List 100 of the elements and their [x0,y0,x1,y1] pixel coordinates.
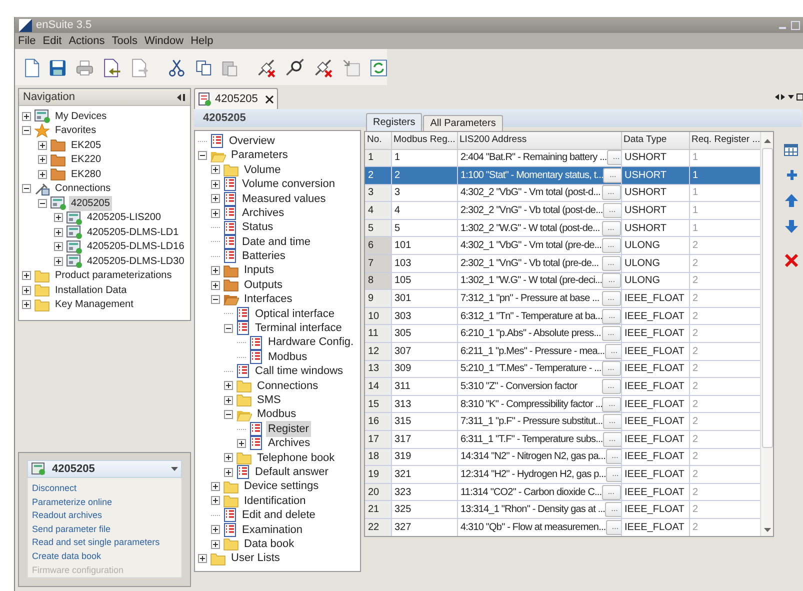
browse-button[interactable]: ... [604,344,620,359]
minimize-panel-icon[interactable] [176,92,186,102]
delete-icon[interactable] [785,254,798,267]
table-icon[interactable] [784,144,798,156]
browse-button[interactable]: ... [606,466,620,482]
collapse-icon[interactable] [22,126,31,136]
browse-button[interactable]: ... [606,449,620,464]
tree-item[interactable]: Overview [227,132,277,150]
browse-button[interactable]: ... [602,238,620,254]
expand-icon[interactable] [22,286,31,295]
tree-item[interactable]: Interfaces [242,291,294,308]
expand-icon[interactable] [54,228,63,237]
table-row[interactable]: 7 103 2:302_1 "VnG" - Vb total (pre-de... ... ULONG 2 [365,254,760,272]
browse-button[interactable]: ... [602,361,620,376]
table-row[interactable]: 15 313 8:310 "K" - Compressibility factor ... ... IEEE_FLOAT 2 [365,395,760,413]
expand-icon[interactable] [237,438,246,448]
tree-item[interactable]: Archives [266,435,312,452]
column-header[interactable]: LIS200 Address [457,132,621,149]
tree-item[interactable]: Terminal interface [253,320,344,337]
expand-icon[interactable] [54,256,63,266]
collapse-icon[interactable] [211,294,220,304]
table-row[interactable]: 9 301 7:312_1 "pn" - Pressure at base ... ... IEEE_FLOAT 2 [365,290,760,308]
expand-icon[interactable] [224,468,233,477]
add-icon[interactable] [786,169,798,181]
browse-button[interactable]: ... [606,150,620,166]
expand-icon[interactable] [198,554,207,564]
collapse-icon[interactable] [198,151,207,160]
action-link[interactable]: Read and set single parameters [32,536,160,550]
expand-icon[interactable] [211,496,220,506]
collapse-icon[interactable] [22,184,31,194]
print-icon[interactable] [76,58,94,78]
tree-item[interactable]: Connections [255,378,320,394]
menu-item[interactable]: File [18,32,36,50]
action-link[interactable]: Disconnect [32,482,77,496]
column-header[interactable]: Modbus Reg... [391,132,457,149]
save-icon[interactable] [49,58,67,78]
tree-item[interactable]: Hardware Config. [266,334,356,351]
browse-button[interactable]: ... [602,291,620,306]
browse-button[interactable]: ... [604,502,620,518]
table-row[interactable]: 19 321 12:314 "H2" - Hydrogen H2, gas p... ... IEEE_FLOAT 2 [365,466,760,484]
expand-icon[interactable] [211,180,220,189]
tree-item[interactable]: Archives [240,204,286,222]
tree-item[interactable]: Date and time [240,234,312,250]
browse-button[interactable]: ... [602,203,620,218]
scrollbar[interactable] [760,132,773,536]
tree-item[interactable]: Device settings [242,478,321,495]
menu-item[interactable]: Window [144,32,184,50]
expand-icon[interactable] [211,194,220,204]
browse-button[interactable]: ... [602,484,620,500]
tree-item[interactable]: Edit and delete [240,507,318,524]
browse-button[interactable]: ... [602,185,620,200]
new-file-icon[interactable] [23,57,40,79]
tree-item[interactable]: Outputs [242,276,285,294]
tree-item[interactable]: 4205205-DLMS-LD30 [85,254,186,269]
tree-item[interactable]: Optical interface [253,306,336,322]
browse-button[interactable]: ... [602,220,620,236]
tree-item[interactable]: Measured values [240,190,328,208]
tree-item[interactable]: EK205 [69,138,104,153]
table-row[interactable]: 2 2 1:100 "Stat" - Momentary status, t... ... USHORT 1 [365,166,760,184]
tree-item[interactable]: SMS [255,392,283,408]
tree-item[interactable]: Volume conversion [240,176,337,193]
expand-icon[interactable] [211,266,220,276]
expand-icon[interactable] [38,170,47,179]
scroll-down-icon[interactable] [764,528,770,532]
column-header[interactable]: No. [365,132,391,149]
disconnect-all-icon[interactable] [314,57,333,79]
action-link[interactable]: Parameterize online [32,496,112,510]
browse-button[interactable]: ... [602,256,620,271]
table-row[interactable]: 3 3 4:302_2 "VbG" - Vm total (post-d... ... USHORT 1 [365,184,760,202]
table-row[interactable]: 14 311 5:310 "Z" - Conversion factor ... IEEE_FLOAT 2 [365,378,760,396]
tab[interactable]: Registers [366,113,422,131]
table-row[interactable]: 8 105 1:302_1 "W.G" - W total (pre-deci... ... ULONG 2 [365,272,760,290]
refresh-icon[interactable] [370,58,388,78]
expand-icon[interactable] [22,271,31,280]
action-link[interactable]: Readout archives [32,509,102,523]
tree-item[interactable]: Status [240,219,276,236]
column-header[interactable]: Data Type [621,132,689,149]
tree-item[interactable]: 4205205-DLMS-LD16 [85,239,186,254]
tree-item[interactable]: EK280 [69,166,104,182]
tab[interactable]: All Parameters [423,115,503,131]
browse-button[interactable]: ... [602,432,620,447]
disconnect-icon[interactable] [257,57,276,79]
copy-icon[interactable] [194,58,212,78]
expand-icon[interactable] [224,396,233,405]
expand-icon[interactable] [224,453,233,462]
tree-item[interactable]: Register [266,420,311,438]
tree-item[interactable]: Telephone book [255,450,337,466]
table-row[interactable]: 21 325 13:314_1 "Rhon" - Density gas at ... ... IEEE_FLOAT 2 [365,500,760,518]
table-row[interactable]: 20 323 11:314 "CO2" - Carbon dioxide C... ... IEEE_FLOAT 2 [365,483,760,501]
tree-item[interactable]: Modbus [266,348,310,366]
tree-item[interactable]: Product parameterizations [53,268,174,284]
collapse-icon[interactable] [224,410,233,420]
collapse-icon[interactable] [224,324,233,333]
tree-item[interactable]: Examination [240,522,305,538]
expand-icon[interactable] [211,482,220,492]
menu-item[interactable]: Edit [42,32,62,50]
browse-button[interactable]: ... [602,379,620,394]
tree-item[interactable]: Default answer [253,464,330,480]
browse-button[interactable]: ... [602,396,620,412]
expand-icon[interactable] [22,300,31,310]
